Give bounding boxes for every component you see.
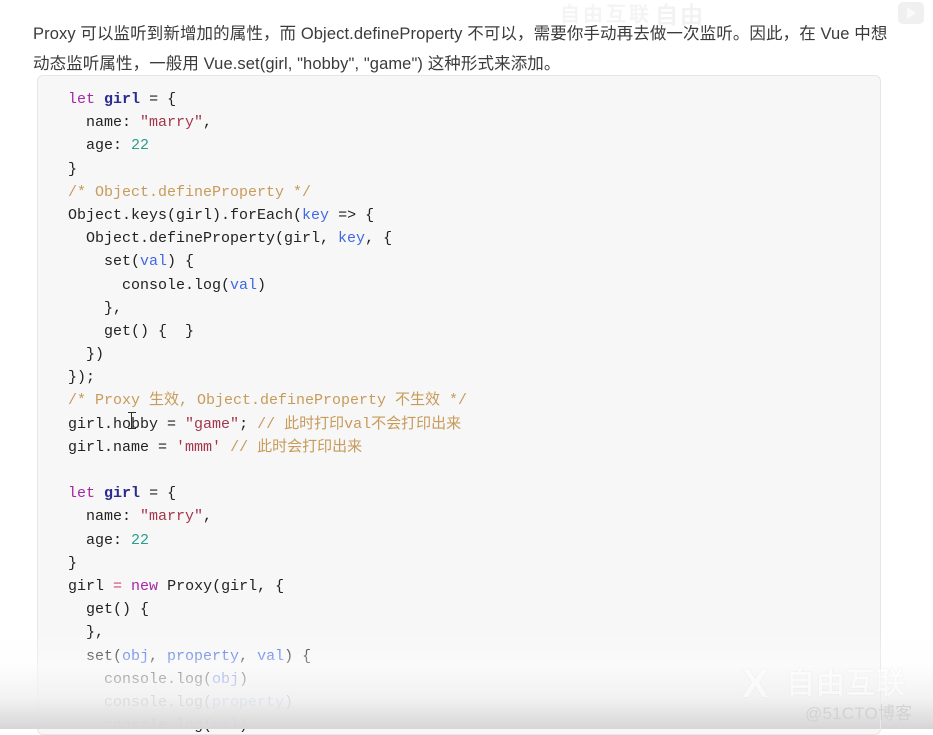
code-line: /* Object.defineProperty */ [68, 183, 312, 201]
code-line: girl.hobby = "game"; // 此时打印val不会打印出来 [68, 415, 462, 433]
code-line: girl.name = 'mmm' // 此时会打印出来 [68, 438, 363, 456]
code-line: Object.defineProperty(girl, key, { [68, 230, 393, 248]
intro-paragraph: Proxy 可以监听到新增加的属性，而 Object.definePropert… [33, 24, 888, 73]
article-page: 自由互联 自由 Proxy 可以监听到新增加的属性，而 Object.defin… [0, 0, 933, 735]
code-line: name: "marry", [68, 508, 213, 526]
code-line: let girl = { [68, 485, 177, 503]
code-line: console.log(val) [68, 276, 267, 294]
play-badge-icon [898, 2, 924, 24]
code-content[interactable]: let girl = { name: "marry", age: 22} /* O… [38, 76, 880, 735]
code-line: }, [68, 299, 123, 317]
code-line: Object.keys(girl).forEach(key => { [68, 206, 375, 224]
code-line: girl = new Proxy(girl, { [68, 577, 285, 595]
code-line: get() { [68, 601, 150, 619]
code-line: } [68, 160, 78, 178]
code-block[interactable]: let girl = { name: "marry", age: 22} /* O… [37, 75, 881, 735]
code-line: }, [68, 624, 105, 642]
code-line: }) [68, 346, 105, 364]
code-line: console.log(property) [68, 693, 294, 711]
code-line: }); [68, 369, 96, 387]
code-line: get() { } [68, 322, 195, 340]
code-line: console.log(val) [68, 717, 249, 735]
code-line: set(val) { [68, 253, 195, 271]
code-line: console.log(obj) [68, 670, 249, 688]
code-line: age: 22 [68, 137, 150, 155]
code-line: let girl = { [68, 91, 177, 108]
code-line: age: 22 [68, 531, 150, 549]
code-line: name: "marry", [68, 114, 213, 132]
code-line: /* Proxy 生效, Object.defineProperty 不生效 *… [68, 392, 468, 410]
code-line: } [68, 554, 78, 572]
code-line: set(obj, property, val) { [68, 647, 312, 665]
